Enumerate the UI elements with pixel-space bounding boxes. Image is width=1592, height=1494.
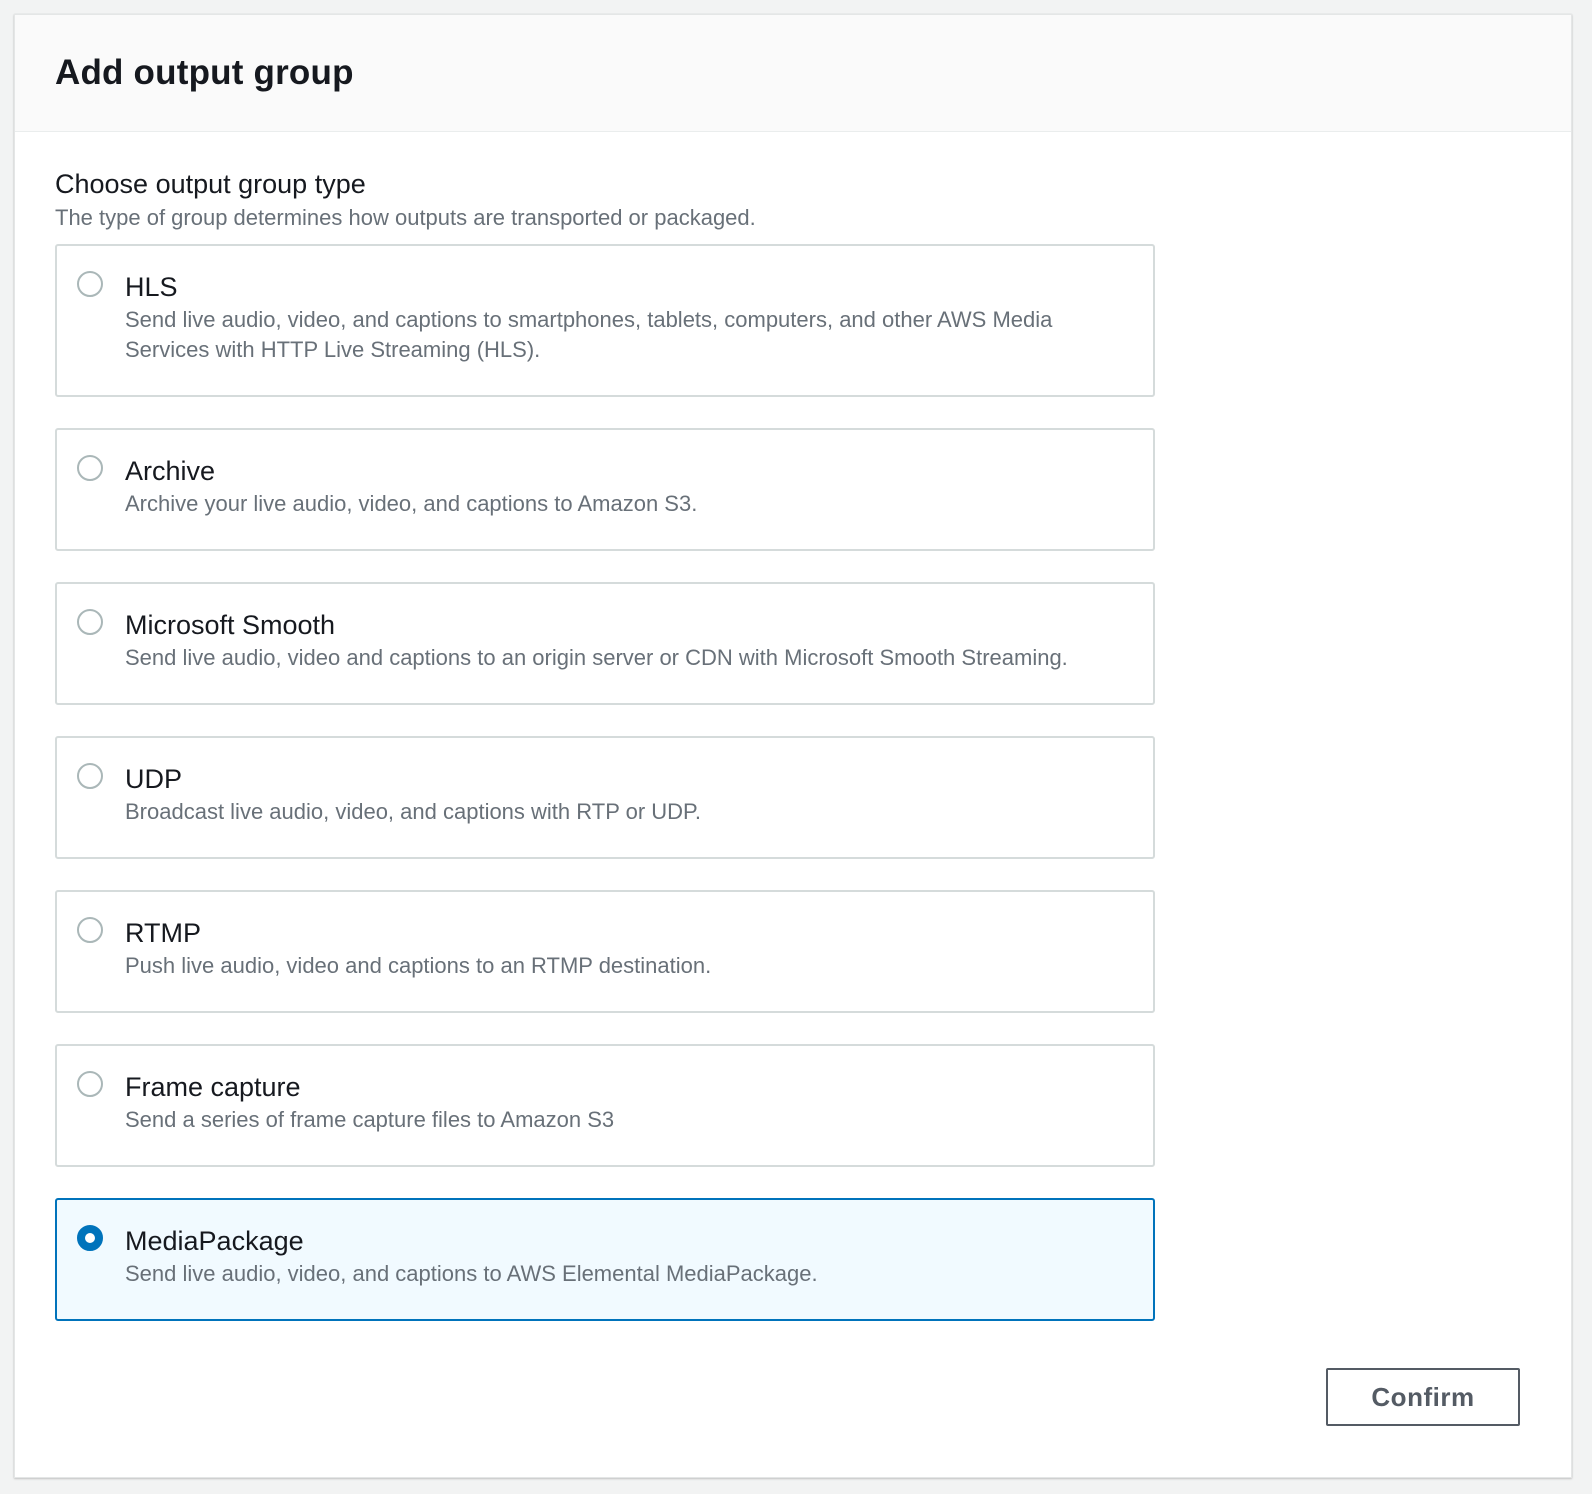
tile-description: Archive your live audio, video, and capt… (125, 491, 698, 516)
field-label: Choose output group type (55, 169, 366, 199)
tile-udp[interactable]: UDP Broadcast live audio, video, and cap… (55, 736, 1155, 859)
tile-title: Microsoft Smooth (125, 610, 336, 640)
confirm-button[interactable]: Confirm (1326, 1368, 1520, 1426)
tile-mediapackage[interactable]: MediaPackage Send live audio, video, and… (55, 1198, 1155, 1321)
tile-description: Send a series of frame capture files to … (125, 1107, 615, 1132)
tile-archive[interactable]: Archive Archive your live audio, video, … (55, 428, 1155, 551)
tile-description: Broadcast live audio, video, and caption… (125, 799, 701, 824)
output-group-type-tiles: HLS Send live audio, video, and captions… (55, 244, 1155, 1321)
radio-frame-capture[interactable] (77, 1071, 103, 1097)
tile-rtmp[interactable]: RTMP Push live audio, video and captions… (55, 890, 1155, 1013)
tile-description: Send live audio, video and captions to a… (125, 645, 1068, 670)
tile-title: HLS (125, 272, 178, 302)
tile-title: MediaPackage (125, 1226, 304, 1256)
tile-title: Archive (125, 456, 216, 486)
radio-mediapackage[interactable] (77, 1225, 103, 1251)
tile-hls[interactable]: HLS Send live audio, video, and captions… (55, 244, 1155, 397)
tile-microsoft-smooth[interactable]: Microsoft Smooth Send live audio, video … (55, 582, 1155, 705)
tile-description: Send live audio, video, and captions to … (125, 307, 1053, 362)
tile-frame-capture[interactable]: Frame capture Send a series of frame cap… (55, 1044, 1155, 1167)
radio-rtmp[interactable] (77, 917, 103, 943)
radio-microsoft-smooth[interactable] (77, 609, 103, 635)
tile-title: RTMP (125, 918, 202, 948)
panel-title: Add output group (55, 53, 354, 92)
tile-title: UDP (125, 764, 183, 794)
radio-hls[interactable] (77, 271, 103, 297)
tile-description: Send live audio, video, and captions to … (125, 1261, 818, 1286)
panel-header: Add output group (15, 15, 1571, 132)
tile-description: Push live audio, video and captions to a… (125, 953, 712, 978)
add-output-group-panel: Add output group Choose output group typ… (14, 14, 1572, 1478)
tile-title: Frame capture (125, 1072, 301, 1102)
field-description: The type of group determines how outputs… (55, 205, 756, 230)
radio-archive[interactable] (77, 455, 103, 481)
panel-body: Choose output group type The type of gro… (15, 132, 1571, 1321)
radio-udp[interactable] (77, 763, 103, 789)
